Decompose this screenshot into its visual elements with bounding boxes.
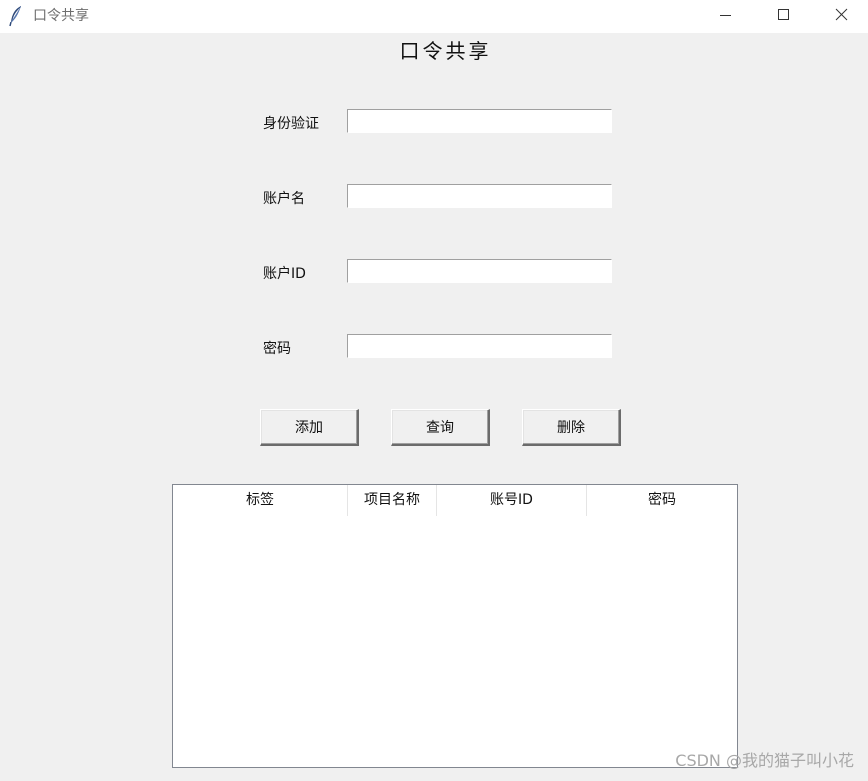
account-name-input[interactable] — [347, 184, 612, 208]
minimize-icon — [720, 15, 731, 16]
minimize-button[interactable] — [696, 0, 754, 33]
close-icon — [835, 8, 848, 21]
feather-icon — [9, 5, 23, 27]
account-id-label: 账户ID — [263, 266, 306, 282]
password-input[interactable] — [347, 334, 612, 358]
close-button[interactable] — [812, 0, 868, 33]
window-title: 口令共享 — [33, 8, 89, 24]
column-header-password[interactable]: 密码 — [587, 485, 737, 516]
query-button[interactable]: 查询 — [391, 409, 490, 446]
app-window: 口令共享 口令共享 身份验证 账户名 账户ID 密码 添加 查询 删除 标签 项… — [0, 0, 868, 781]
table-header: 标签 项目名称 账号ID 密码 — [173, 485, 737, 516]
password-label: 密码 — [263, 341, 291, 357]
account-id-input[interactable] — [347, 259, 612, 283]
auth-label: 身份验证 — [263, 116, 319, 132]
column-header-item-name[interactable]: 项目名称 — [348, 485, 437, 516]
watermark: CSDN @我的猫子叫小花 — [675, 751, 854, 770]
delete-button[interactable]: 删除 — [522, 409, 621, 446]
title-bar[interactable]: 口令共享 — [0, 0, 868, 33]
auth-input[interactable] — [347, 109, 612, 133]
page-title: 口令共享 — [399, 39, 492, 63]
account-name-label: 账户名 — [263, 191, 305, 207]
column-header-tag[interactable]: 标签 — [173, 485, 348, 516]
maximize-icon — [778, 9, 789, 20]
add-button[interactable]: 添加 — [260, 409, 359, 446]
results-table[interactable]: 标签 项目名称 账号ID 密码 — [172, 484, 738, 768]
maximize-button[interactable] — [754, 0, 812, 33]
column-header-account-id[interactable]: 账号ID — [437, 485, 587, 516]
